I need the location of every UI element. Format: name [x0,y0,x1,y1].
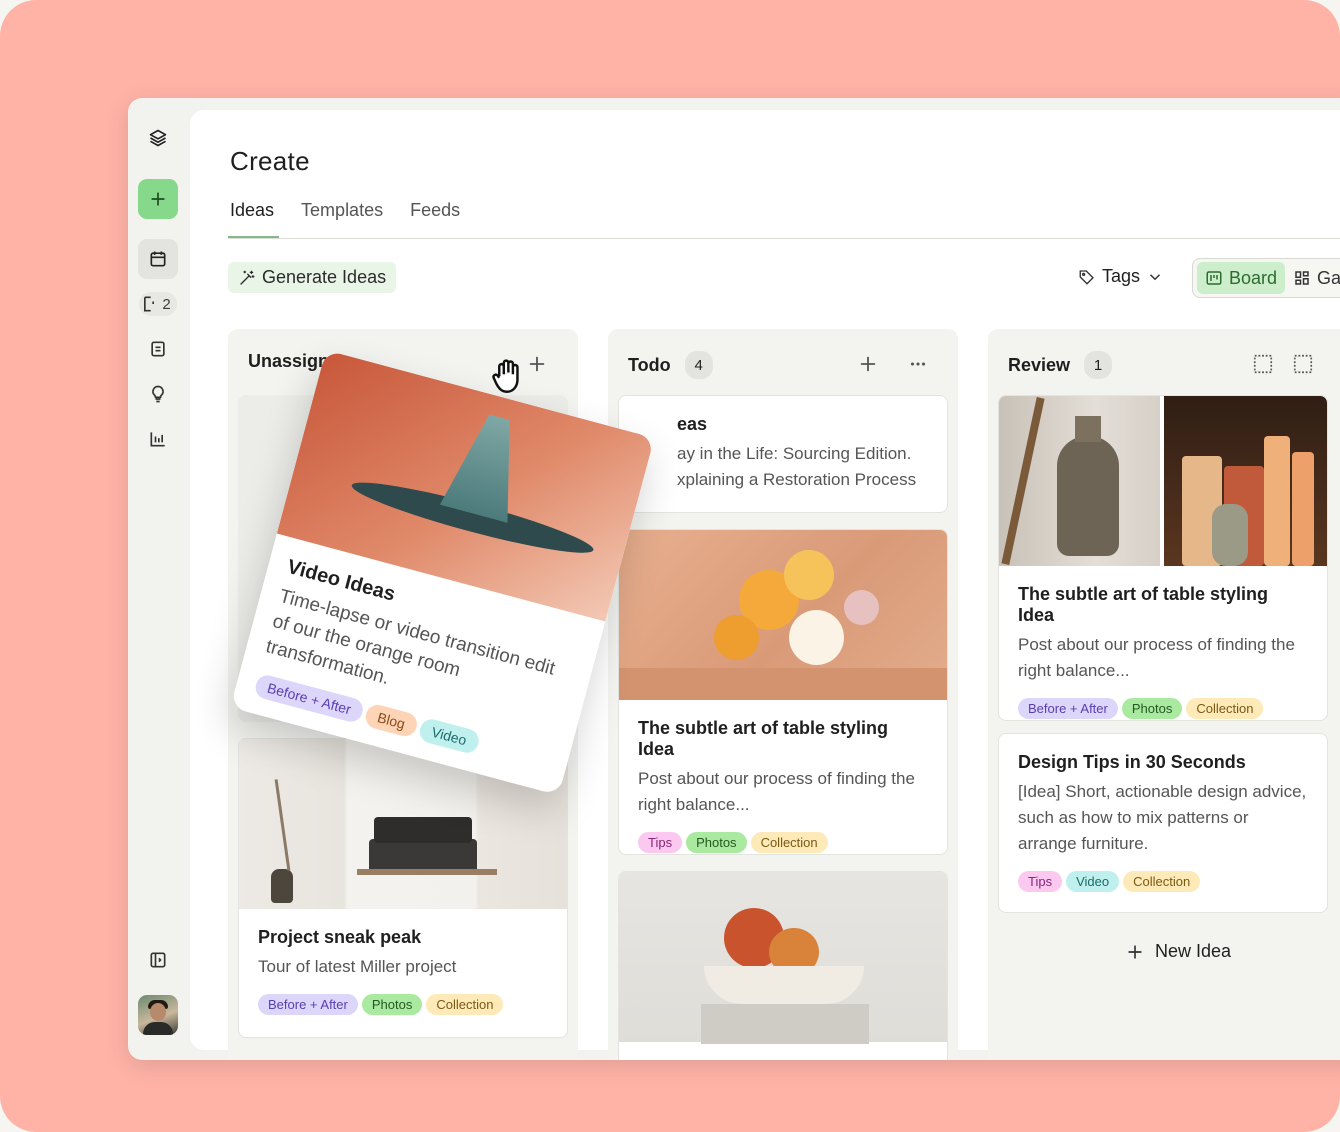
generate-ideas-label: Generate Ideas [262,267,387,287]
new-idea-button[interactable]: New Idea [988,941,1340,962]
card-partial-ideas[interactable]: eas ay in the Life: Sourcing Edition. xp… [618,395,948,513]
card-description: Post about our process of finding the ri… [1018,635,1295,680]
add-card-icon[interactable] [526,353,548,375]
column-todo: Todo 4 eas ay in the Life: Sourcing Edit… [608,329,958,1060]
board-label: Board [1229,267,1278,288]
tag-collection[interactable]: Collection [1186,698,1264,719]
sidebar: 2 [128,98,188,1060]
tab-feeds[interactable]: Feeds [410,200,460,239]
tag-list: Tips Video Collection [1018,871,1308,892]
document-icon [151,341,165,357]
layers-icon[interactable] [138,118,178,158]
more-options-icon[interactable] [907,353,929,375]
card-description: Post about our process of finding the ri… [638,769,915,814]
board-view-button[interactable]: Board [1197,262,1286,294]
tag-photos[interactable]: Photos [361,994,423,1015]
tag-collection[interactable]: Collection [426,994,504,1015]
tags-filter-button[interactable]: Tags [1078,266,1164,287]
calendar-button[interactable] [138,239,178,279]
column-title: Todo [628,354,671,375]
active-tab-indicator [228,236,279,238]
tag-photos[interactable]: Photos [1121,698,1183,719]
card-title: eas [677,414,708,434]
view-toggle: Board Ga [1192,258,1340,298]
tabs-divider [228,238,1340,239]
select-area-icon[interactable] [1252,353,1274,375]
card-title: The subtle art of table styling Idea [1018,584,1269,625]
tag-collection[interactable]: Collection [1123,871,1201,892]
lightbulb-icon [152,385,164,403]
tag-collection[interactable]: Collection [750,832,828,853]
column-title: Unassign [248,351,330,371]
tag-video[interactable]: Video [1066,871,1120,892]
card-description: [Idea] Short, actionable design advice, … [1018,782,1307,853]
generate-ideas-button[interactable]: Generate Ideas [228,262,397,293]
card-image [999,396,1327,566]
board-icon [1206,271,1222,285]
card-image [619,530,947,700]
column-header: Unassign [248,351,329,372]
card-table-styling[interactable]: The subtle art of table styling Idea Pos… [618,529,948,855]
tag-tips[interactable]: Tips [638,832,683,853]
new-idea-label: New Idea [1154,941,1232,961]
gallery-view-button[interactable]: Ga [1293,268,1340,289]
plus-icon [1128,944,1142,959]
card-title: Project sneak peak [258,927,422,947]
tag-icon [1079,269,1094,285]
tag-blog[interactable]: Blog [363,702,420,739]
card-design-tips[interactable]: Design Tips in 30 Seconds [Idea] Short, … [998,733,1328,913]
tag-list: Before + After Photos Collection [1018,698,1308,719]
tags-label: Tags [1102,266,1141,286]
analytics-icon [150,432,165,447]
card-title: The subtle art of table styling Idea [638,718,889,759]
select-area-icon[interactable] [1292,353,1314,375]
drafts-button[interactable]: 2 [138,284,178,324]
card-description-line-2: xplaining a Restoration Process [677,470,917,489]
tag-list: Tips Photos Collection [638,832,928,853]
gallery-icon [1295,271,1309,285]
tag-list: Before + After Photos Collection [258,994,548,1015]
collapse-sidebar-button[interactable] [138,940,178,980]
chevron-down-icon [1150,273,1161,280]
tag-before-after[interactable]: Before + After [258,994,358,1015]
column-header: Review 1 [1008,351,1113,379]
page-title: Create [230,146,310,176]
grab-cursor-icon [492,359,519,393]
column-header: Todo 4 [628,351,713,379]
card-description-line-1: ay in the Life: Sourcing Edition. [677,444,912,463]
card-description: Tour of latest Miller project [258,957,457,976]
tag-tips[interactable]: Tips [1018,871,1063,892]
card-image [619,872,947,1044]
column-title: Review [1008,354,1071,375]
plus-icon [151,192,165,206]
add-card-icon[interactable] [857,353,879,375]
collapse-sidebar-icon [150,952,166,968]
drafts-count: 2 [162,295,171,313]
add-button[interactable] [138,179,178,219]
analytics-button[interactable] [138,419,178,459]
tab-bar: Ideas Templates Feeds [230,200,460,239]
tag-photos[interactable]: Photos [686,832,747,853]
tab-templates[interactable]: Templates [301,200,383,239]
column-count: 4 [684,351,713,379]
card-fruit-bowl[interactable] [618,871,948,1060]
drafts-icon [144,296,155,312]
column-count: 1 [1084,351,1113,379]
tab-ideas[interactable]: Ideas [230,200,274,239]
card-title: Design Tips in 30 Seconds [1018,752,1246,772]
ideas-button[interactable] [138,374,178,414]
tag-video[interactable]: Video [417,716,481,756]
avatar[interactable] [138,995,178,1035]
gallery-label: Ga [1317,267,1340,288]
calendar-icon [150,251,166,267]
card-review-table-styling[interactable]: The subtle art of table styling Idea Pos… [998,395,1328,721]
tag-before-after[interactable]: Before + After [1018,698,1118,719]
document-button[interactable] [138,329,178,369]
magic-wand-icon [240,270,255,285]
column-review: Review 1 The subtle art of table styling… [988,329,1340,1060]
